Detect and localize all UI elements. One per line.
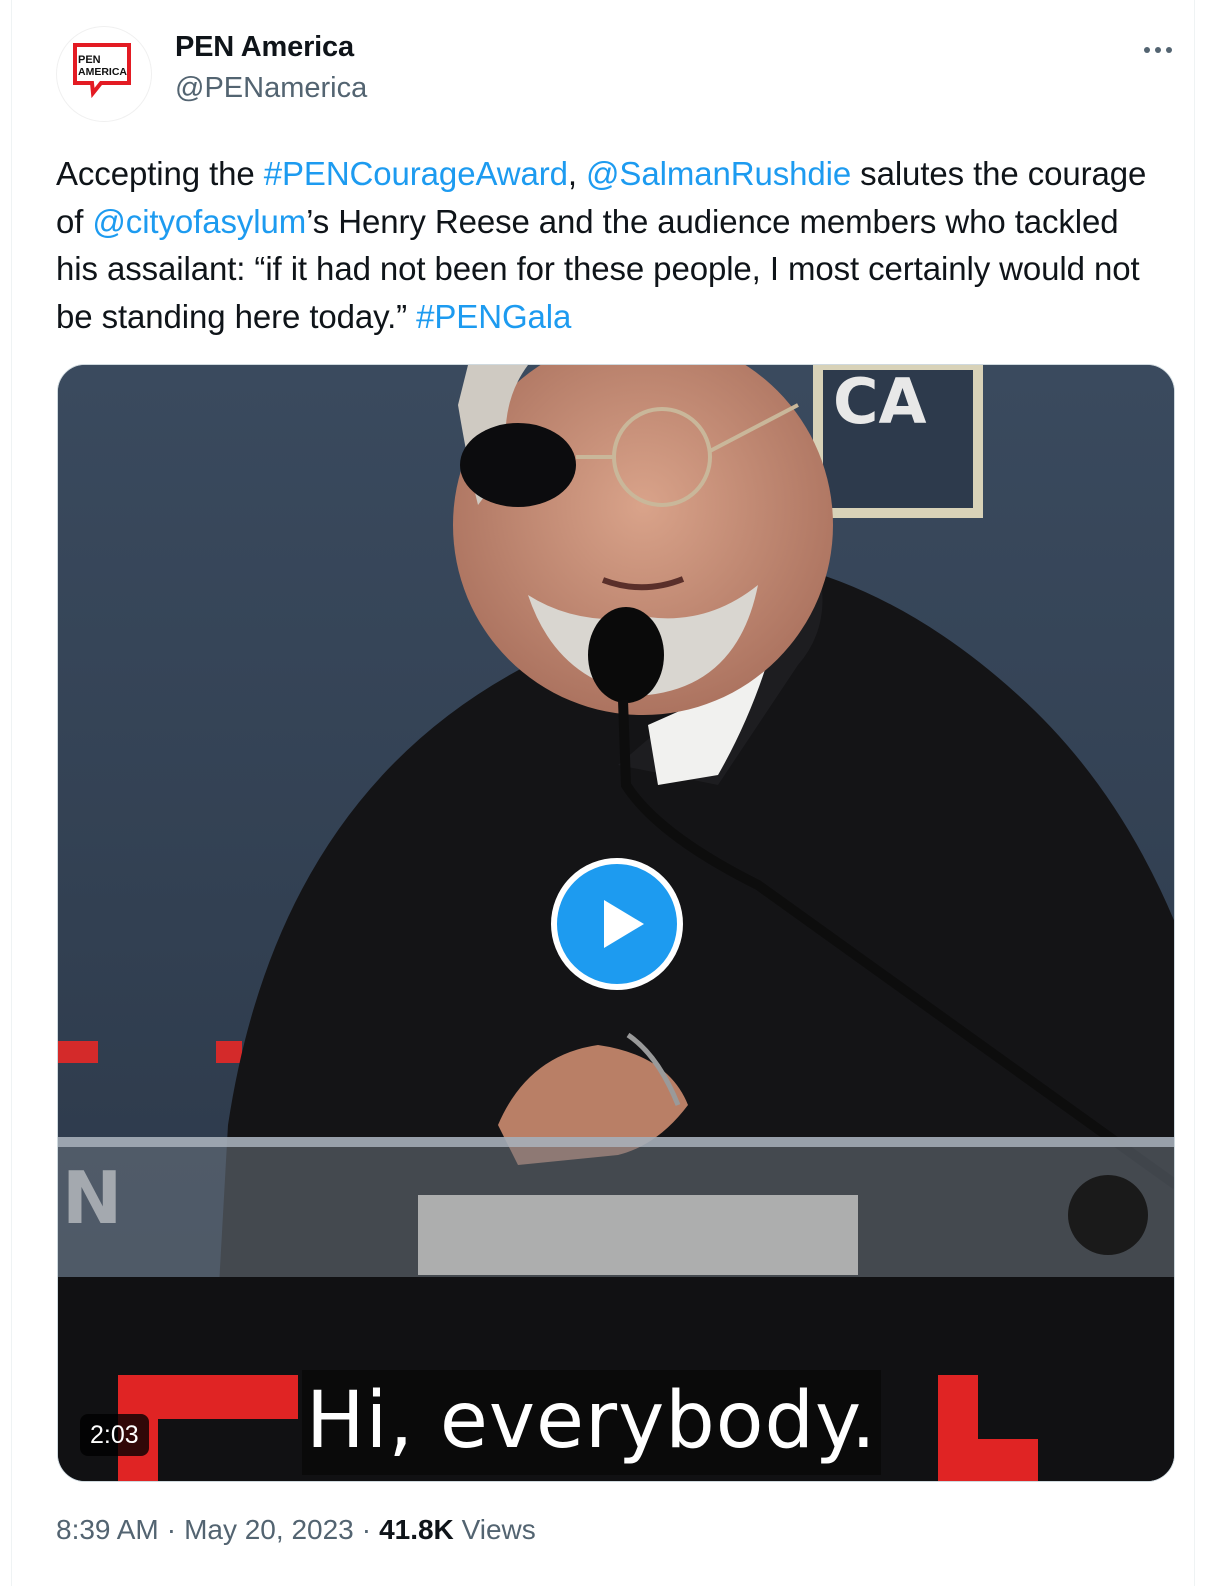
tweet-card: PEN AMERICA PEN America @PENamerica Acce… [11, 0, 1195, 1586]
video-caption: Hi, everybody. [302, 1370, 881, 1475]
play-button[interactable] [551, 858, 683, 990]
more-dot [1144, 47, 1150, 53]
author-display-name[interactable]: PEN America [175, 31, 354, 64]
pen-america-logo: PEN AMERICA [73, 43, 131, 99]
hashtag-link[interactable]: #PENCourageAward [264, 155, 568, 192]
logo-text-america: AMERICA [78, 66, 127, 78]
logo-text-pen: PEN [78, 54, 101, 66]
tweet-text: Accepting the #PENCourageAward, @SalmanR… [56, 150, 1166, 340]
avatar[interactable]: PEN AMERICA [56, 26, 152, 122]
author-handle[interactable]: @PENamerica [175, 72, 367, 105]
more-horizontal-icon[interactable] [1136, 36, 1180, 64]
play-icon [604, 900, 644, 948]
views-label: Views [461, 1514, 536, 1545]
mention-link[interactable]: @SalmanRushdie [586, 155, 851, 192]
hashtag-link[interactable]: #PENGala [416, 298, 571, 335]
tweet-text-segment: Accepting the [56, 155, 264, 192]
meta-separator: · [361, 1514, 372, 1545]
tweet-meta: 8:39 AM · May 20, 2023 · 41.8K Views [56, 1514, 536, 1546]
mention-link[interactable]: @cityofasylum [92, 203, 306, 240]
more-dot [1155, 47, 1161, 53]
video-player[interactable]: CA N [57, 364, 1175, 1482]
backdrop-text: CA [833, 365, 927, 438]
meta-separator: · [166, 1514, 177, 1545]
video-duration: 2:03 [80, 1414, 149, 1456]
more-dot [1166, 47, 1172, 53]
tweet-date[interactable]: May 20, 2023 [184, 1514, 354, 1545]
views-count: 41.8K [379, 1514, 454, 1545]
tweet-time[interactable]: 8:39 AM [56, 1514, 159, 1545]
tweet-text-segment: , [567, 155, 587, 192]
